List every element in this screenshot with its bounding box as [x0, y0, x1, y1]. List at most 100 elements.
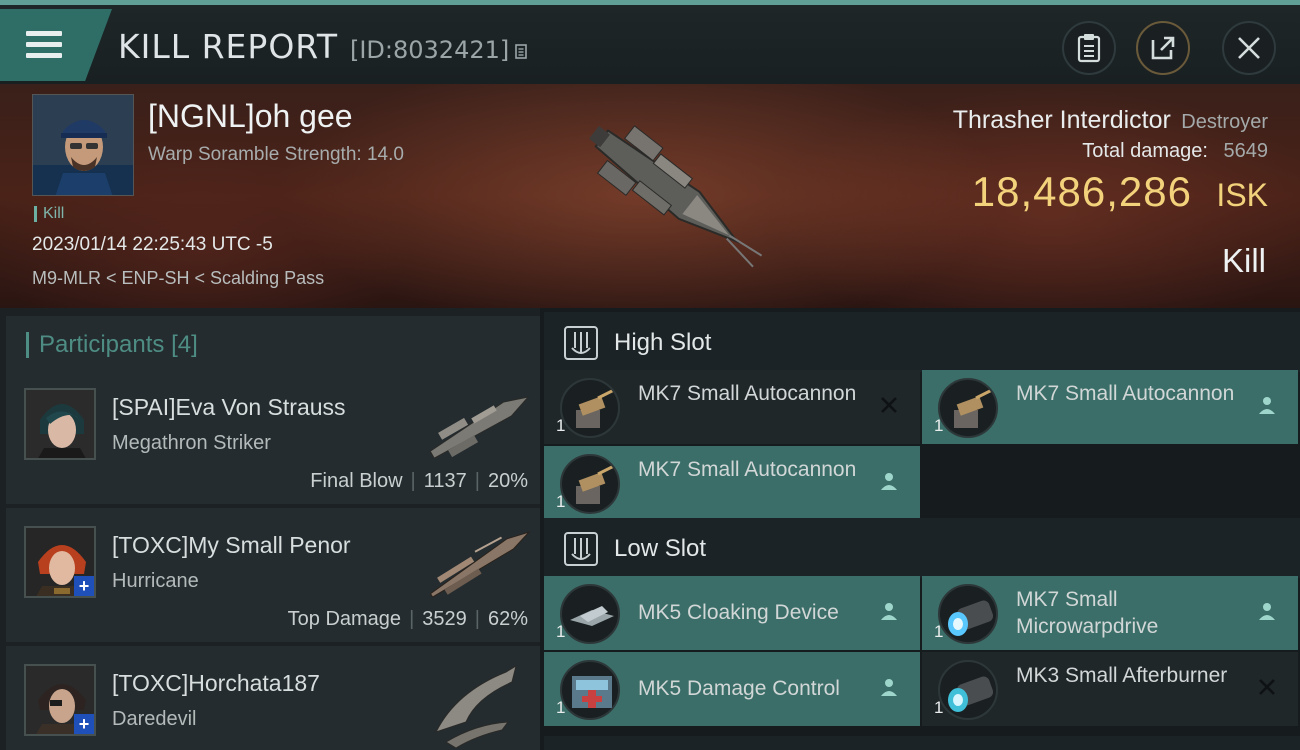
- autocannon-icon: [560, 454, 620, 514]
- hamburger-icon: [26, 31, 62, 59]
- close-button[interactable]: [1222, 21, 1276, 75]
- module-qty: 1: [934, 698, 944, 717]
- participant-row[interactable]: + [TOXC]My Small Penor Hurricane Top Dam…: [6, 508, 540, 642]
- victim-ship-image[interactable]: [540, 84, 780, 308]
- cloaking-device-icon: [560, 584, 620, 644]
- module-item[interactable]: 1 MK7 Small Autocannon: [544, 370, 920, 444]
- participant-percent: 20%: [487, 470, 528, 492]
- participant-name[interactable]: [SPAI]Eva Von Strauss: [112, 394, 346, 421]
- participant-ship-image[interactable]: [416, 376, 540, 476]
- isk-unit: ISK: [1216, 177, 1268, 213]
- participants-count: [4]: [171, 331, 198, 358]
- module-item[interactable]: 1 MK3 Small Afterburner: [922, 652, 1298, 726]
- warp-scramble-strength: Warp Soramble Strength: 14.0: [148, 144, 404, 165]
- participants-header: Participants [4]: [6, 316, 540, 372]
- clipboard-button[interactable]: [1062, 21, 1116, 75]
- destroyed-x-icon: [878, 394, 900, 416]
- module-item[interactable]: 1 MK5 Cloaking Device: [544, 576, 920, 650]
- module-qty: 1: [934, 622, 944, 641]
- participant-row[interactable]: + [TOXC]Horchata187 Daredevil: [6, 646, 540, 750]
- kill-location[interactable]: M9-MLR < ENP-SH < Scalding Pass: [32, 268, 324, 289]
- victim-hero: [NGNL]oh gee Warp Soramble Strength: 14.…: [0, 84, 1300, 308]
- total-damage-row: Total damage: 5649: [1082, 140, 1268, 163]
- module-name: MK7 Small Microwarpdrive: [1016, 588, 1159, 638]
- high-slot-header: High Slot: [544, 312, 1300, 372]
- module-qty: 1: [556, 698, 566, 717]
- close-icon: [1238, 37, 1260, 59]
- module-name: MK3 Small Afterburner: [1016, 664, 1228, 687]
- module-qty: 1: [934, 416, 944, 435]
- victim-name[interactable]: [NGNL]oh gee: [148, 98, 353, 135]
- microwarpdrive-icon: [938, 584, 998, 644]
- victim-ship-class: Destroyer: [1181, 111, 1268, 133]
- kill-tag: Kill: [34, 206, 64, 222]
- participant-name[interactable]: [TOXC]My Small Penor: [112, 532, 351, 559]
- participant-role: Top Damage: [287, 608, 402, 630]
- module-item[interactable]: 1 MK5 Damage Control: [544, 652, 920, 726]
- module-name: MK7 Small Autocannon: [638, 458, 857, 481]
- low-slot-icon: [564, 532, 598, 566]
- kill-result: Kill: [1221, 242, 1266, 279]
- next-slot-header-partial: [544, 736, 1300, 750]
- isk-row: 18,486,286 ISK: [972, 168, 1268, 216]
- victim-ship-name[interactable]: Thrasher Interdictor: [953, 106, 1171, 134]
- participant-stats: Top Damage | 3529 | 62%: [287, 608, 528, 630]
- share-button[interactable]: [1136, 21, 1190, 75]
- module-item[interactable]: 1 MK7 Small Autocannon: [544, 446, 920, 520]
- low-slot-header: Low Slot: [544, 518, 1300, 578]
- fitting-panel: High Slot 1 MK7 Small Autocannon 1 MK7 S…: [540, 308, 1300, 750]
- kill-datetime: 2023/01/14 22:25:43 UTC -5: [32, 234, 273, 255]
- participants-panel: Participants [4] [SPAI]Eva Von Strauss M…: [0, 308, 540, 750]
- dropped-person-icon: [1256, 600, 1278, 622]
- module-qty: 1: [556, 416, 566, 435]
- low-slot-label: Low Slot: [614, 535, 707, 562]
- dropped-person-icon: [878, 600, 900, 622]
- header-bar: KILL REPORT [ID:8032421]: [0, 0, 1300, 84]
- total-damage-label: Total damage:: [1082, 140, 1208, 162]
- dropped-person-icon: [878, 676, 900, 698]
- module-item[interactable]: 1 MK7 Small Microwarpdrive: [922, 576, 1298, 650]
- participant-role: Final Blow: [310, 470, 403, 492]
- participant-name[interactable]: [TOXC]Horchata187: [112, 670, 320, 697]
- module-name: MK5 Cloaking Device: [638, 601, 839, 624]
- clipboard-icon: [1077, 34, 1101, 63]
- afterburner-icon: [938, 660, 998, 720]
- dropped-person-icon: [1256, 394, 1278, 416]
- participant-avatar[interactable]: +: [24, 526, 96, 598]
- module-name: MK7 Small Autocannon: [1016, 382, 1235, 405]
- participant-row[interactable]: [SPAI]Eva Von Strauss Megathron Striker …: [6, 370, 540, 504]
- participant-stats: Final Blow | 1137 | 20%: [310, 470, 528, 492]
- module-name: MK5 Damage Control: [638, 677, 840, 700]
- participant-ship-image[interactable]: [416, 514, 540, 614]
- participants-label: Participants: [39, 331, 165, 358]
- page-title: KILL REPORT: [118, 27, 338, 66]
- copy-icon[interactable]: [515, 42, 529, 60]
- kill-id: [ID:8032421]: [349, 36, 510, 64]
- victim-ship-row: Thrasher Interdictor Destroyer: [953, 106, 1268, 135]
- title-row: KILL REPORT [ID:8032421]: [118, 27, 529, 66]
- module-name: MK7 Small Autocannon: [638, 382, 857, 405]
- isk-value: 18,486,286: [971, 168, 1192, 215]
- damage-control-icon: [560, 660, 620, 720]
- module-item[interactable]: 1 MK7 Small Autocannon: [922, 370, 1298, 444]
- high-slot-label: High Slot: [614, 329, 712, 356]
- participant-ship-image[interactable]: [416, 652, 540, 750]
- menu-button[interactable]: [0, 9, 112, 81]
- fleet-plus-icon: +: [74, 714, 94, 734]
- autocannon-icon: [938, 378, 998, 438]
- high-slot-icon: [564, 326, 598, 360]
- victim-avatar[interactable]: [32, 94, 134, 196]
- participant-ship: Megathron Striker: [112, 432, 271, 454]
- destroyed-x-icon: [1256, 676, 1278, 698]
- dropped-person-icon: [878, 470, 900, 492]
- autocannon-icon: [560, 378, 620, 438]
- participant-avatar[interactable]: [24, 388, 96, 460]
- participant-percent: 62%: [487, 608, 528, 630]
- participant-ship: Daredevil: [112, 708, 197, 730]
- participants-title: Participants [4]: [26, 332, 198, 358]
- participant-avatar[interactable]: +: [24, 664, 96, 736]
- participant-ship: Hurricane: [112, 570, 199, 592]
- total-damage-value: 5649: [1223, 140, 1269, 162]
- fleet-plus-icon: +: [74, 576, 94, 596]
- participant-damage: 1137: [423, 470, 467, 492]
